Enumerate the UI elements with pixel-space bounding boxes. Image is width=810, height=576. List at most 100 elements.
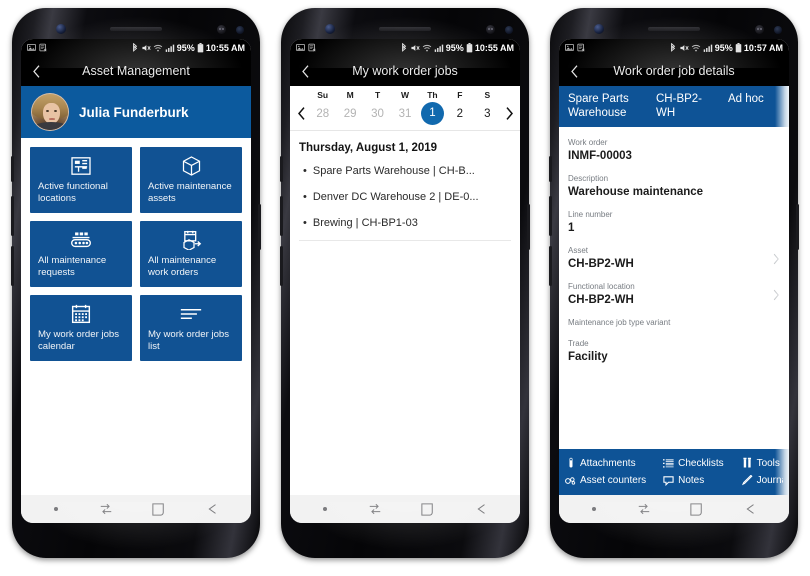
- paperclip-icon: [565, 457, 576, 469]
- field-value: CH-BP2-WH: [568, 294, 634, 306]
- conveyor-icon: [38, 228, 124, 252]
- phone3-power-button[interactable]: [796, 204, 799, 250]
- next-week-icon[interactable]: [501, 106, 517, 121]
- tools-icon: [742, 457, 753, 469]
- job-context-header: Spare Parts Warehouse CH-BP2-WH Ad hoc: [559, 86, 789, 127]
- floorplan-icon: [38, 154, 124, 178]
- list-item[interactable]: • Denver DC Warehouse 2 | DE-0...: [299, 184, 511, 210]
- recents-icon[interactable]: [368, 502, 382, 516]
- calendar-day-selected[interactable]: 1: [420, 102, 444, 125]
- tile-all-maintenance-requests[interactable]: All maintenance requests: [30, 221, 132, 287]
- phone3-volume-down-button[interactable]: [549, 246, 552, 286]
- tile-label: My work order jobs calendar: [38, 329, 120, 352]
- phone1-hardware-top: [12, 22, 260, 40]
- phone2-hardware-top: [281, 22, 529, 40]
- action-label: Tools: [756, 457, 780, 469]
- phone2-volume-down-button[interactable]: [280, 246, 283, 286]
- dow-label: Su: [317, 90, 329, 100]
- field-functional-location[interactable]: Functional location CH-BP2-WH: [568, 278, 780, 314]
- back-chevron-icon[interactable]: [21, 64, 51, 79]
- tile-my-work-order-jobs-calendar[interactable]: My work order jobs calendar: [30, 295, 132, 361]
- iris-sensor-icon: [755, 25, 764, 34]
- action-row-1: Attachments Checklists Tools: [565, 454, 783, 472]
- action-asset-counters[interactable]: Asset counters: [565, 472, 663, 489]
- dot-icon[interactable]: [53, 506, 59, 512]
- action-tools[interactable]: Tools: [742, 454, 783, 472]
- field-line-number: Line number 1: [568, 206, 780, 242]
- recents-icon[interactable]: [637, 502, 651, 516]
- tile-active-functional-locations[interactable]: Active functional locations: [30, 147, 132, 213]
- tile-grid: Active functional locations Active maint…: [21, 138, 251, 361]
- action-attachments[interactable]: Attachments: [565, 454, 663, 472]
- clock-label: 10:57 AM: [743, 42, 783, 53]
- phone1-volume-up-button[interactable]: [11, 196, 14, 236]
- page-title: My work order jobs: [352, 64, 458, 78]
- calendar-day[interactable]: 31: [391, 108, 418, 120]
- home-icon[interactable]: [421, 502, 434, 516]
- phone2-side-button-bixby[interactable]: [280, 156, 283, 182]
- field-description: Description Warehouse maintenance: [568, 170, 780, 206]
- phone2-power-button[interactable]: [527, 204, 530, 250]
- calendar-day[interactable]: 29: [336, 108, 363, 120]
- calendar-icon: [38, 302, 124, 326]
- action-notes[interactable]: Notes: [663, 472, 741, 489]
- wifi-icon: [153, 43, 163, 53]
- earpiece-speaker: [110, 27, 162, 31]
- signal-icon: [434, 43, 444, 53]
- screenshot-disabled-icon: [577, 43, 586, 52]
- field-value: 1: [568, 222, 575, 234]
- tile-my-work-order-jobs-list[interactable]: My work order jobs list: [140, 295, 242, 361]
- note-icon: [663, 475, 674, 486]
- recents-icon[interactable]: [99, 502, 113, 516]
- phone1-volume-down-button[interactable]: [11, 246, 14, 286]
- calendar-day[interactable]: 3: [474, 108, 501, 120]
- phone2-volume-up-button[interactable]: [280, 196, 283, 236]
- action-label: Journals: [756, 475, 783, 486]
- battery-percent-label: 95%: [445, 42, 464, 53]
- back-arrow-icon[interactable]: [474, 502, 488, 516]
- bluetooth-icon: [669, 42, 677, 53]
- tile-all-maintenance-work-orders[interactable]: All maintenance work orders: [140, 221, 242, 287]
- phone3-side-button-bixby[interactable]: [549, 156, 552, 182]
- phone2-content: Su M T W Th F S 28 29 30 31 1 2 3 Thursd…: [290, 86, 520, 495]
- battery-percent-label: 95%: [176, 42, 195, 53]
- calendar-day[interactable]: 28: [309, 108, 336, 120]
- phone1-screen: 95% 10:55 AM Asset Management Julia Fund…: [21, 39, 251, 523]
- action-journals[interactable]: Journals: [741, 472, 783, 489]
- field-trade: Trade Facility: [568, 335, 780, 371]
- list-item[interactable]: • Brewing | CH-BP1-03: [299, 210, 511, 236]
- action-checklists[interactable]: Checklists: [663, 455, 741, 472]
- calendar-day[interactable]: 2: [446, 108, 473, 120]
- home-icon[interactable]: [690, 502, 703, 516]
- phone1-side-button-bixby[interactable]: [11, 156, 14, 182]
- back-arrow-icon[interactable]: [743, 502, 757, 516]
- proximity-sensor-icon: [774, 26, 782, 34]
- phone1-power-button[interactable]: [258, 204, 261, 250]
- phone2-status-bar: 95% 10:55 AM: [290, 39, 520, 56]
- mute-icon: [679, 43, 689, 53]
- back-chevron-icon[interactable]: [559, 64, 589, 79]
- calendar-day[interactable]: 30: [364, 108, 391, 120]
- phone3-volume-up-button[interactable]: [549, 196, 552, 236]
- list-lines-icon: [148, 302, 234, 326]
- profile-header[interactable]: Julia Funderburk: [21, 86, 251, 138]
- home-icon[interactable]: [152, 502, 165, 516]
- back-arrow-icon[interactable]: [205, 502, 219, 516]
- field-value: INMF-00003: [568, 150, 632, 162]
- list-item[interactable]: • Spare Parts Warehouse | CH-B...: [299, 158, 511, 184]
- battery-icon: [466, 42, 473, 53]
- phone2-app-bar: My work order jobs: [290, 56, 520, 86]
- field-asset[interactable]: Asset CH-BP2-WH: [568, 242, 780, 278]
- list-item-label: Spare Parts Warehouse | CH-B...: [312, 165, 475, 177]
- dot-icon[interactable]: [591, 506, 597, 512]
- chevron-right-icon: [772, 252, 780, 270]
- prev-week-icon[interactable]: [293, 106, 309, 121]
- dot-icon[interactable]: [322, 506, 328, 512]
- bluetooth-icon: [400, 42, 408, 53]
- field-label: Functional location: [568, 282, 635, 291]
- proximity-sensor-icon: [505, 26, 513, 34]
- tile-active-maintenance-assets[interactable]: Active maintenance assets: [140, 147, 242, 213]
- phone3-content: Spare Parts Warehouse CH-BP2-WH Ad hoc W…: [559, 86, 789, 495]
- back-chevron-icon[interactable]: [290, 64, 320, 79]
- action-label: Notes: [678, 475, 705, 486]
